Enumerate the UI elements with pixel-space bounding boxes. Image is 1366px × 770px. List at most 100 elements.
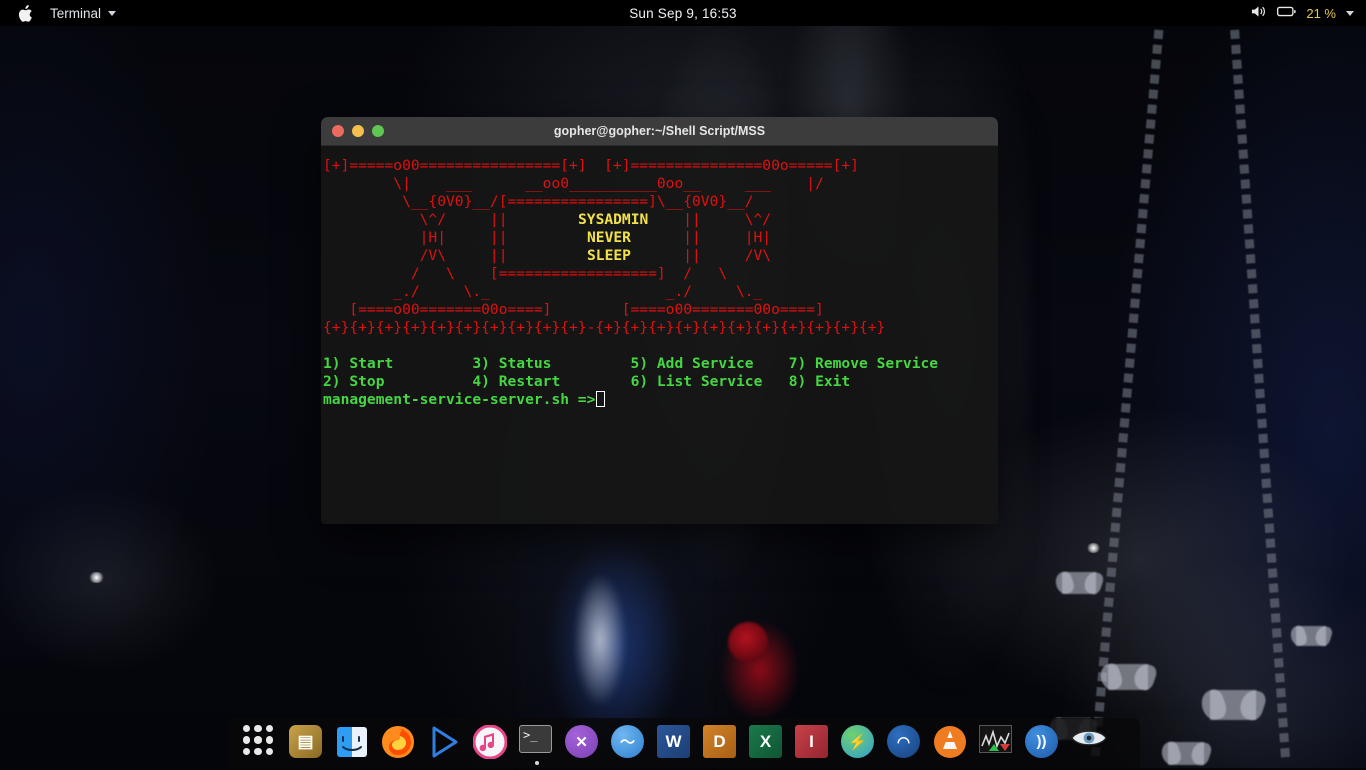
wallpaper-butterfly xyxy=(1168,742,1204,765)
ascii-banner-row-sleep: /V\ || || /V\ SLEEP xyxy=(321,247,998,265)
ascii-banner-line: \| ___ __oo0__________0oo__ ___ |/ xyxy=(321,175,998,193)
dock-item-wave-editor-app[interactable]: 〜 xyxy=(606,720,652,766)
dock-item-bittorrent-app[interactable]: ◠ xyxy=(882,720,928,766)
menu-option-status[interactable]: 3) Status xyxy=(472,355,551,372)
ascii-banner-line: [====o00=======00o====] [====o00=======0… xyxy=(321,301,998,319)
terminal-prompt-row[interactable]: management-service-server.sh => xyxy=(321,391,998,409)
ascii-banner-line: / \ [==================] / \ xyxy=(321,265,998,283)
ascii-banner-line: {+}{+}{+}{+}{+}{+}{+}{+}{+}{+}-{+}{+}{+}… xyxy=(321,319,998,337)
app-grid-icon[interactable] xyxy=(243,725,279,761)
dock-item-vlc-app[interactable] xyxy=(928,720,974,766)
dock-item-files-archive-app[interactable]: ▤ xyxy=(284,720,330,766)
dock-item-flash-app[interactable]: ⚡ xyxy=(836,720,882,766)
vscode-app-icon[interactable]: ✕ xyxy=(565,725,601,761)
terminal-app-icon[interactable]: >_ xyxy=(519,725,555,761)
dock-item-stocks-app[interactable] xyxy=(974,720,1020,766)
wallpaper-chain-left xyxy=(1091,0,1166,758)
jdownloader-app-glyph: )) xyxy=(1025,725,1058,758)
ascii-banner-row-sysadmin: \^/ || || \^/ SYSADMIN xyxy=(321,211,998,229)
dock: ▤ >_ ✕ 〜 WDXI ⚡ ◠)) xyxy=(228,718,1140,768)
dock-item-infopath-app[interactable]: I xyxy=(790,720,836,766)
terminal-prompt: management-service-server.sh => xyxy=(323,391,595,408)
terminal-body[interactable]: [+]=====o00================[+] [+]======… xyxy=(321,146,998,524)
dock-item-app-grid[interactable] xyxy=(238,720,284,766)
terminal-menu-row[interactable]: 1) Start 3) Status 5) Add Service 7) Rem… xyxy=(321,355,998,373)
wallpaper-chain-right xyxy=(1228,0,1290,758)
music-app-icon[interactable] xyxy=(473,725,509,761)
vlc-app-icon[interactable] xyxy=(933,725,969,761)
menu-option-add-service[interactable]: 5) Add Service xyxy=(631,355,754,372)
menu-option-stop[interactable]: 2) Stop xyxy=(323,373,385,390)
window-title: gopher@gopher:~/Shell Script/MSS xyxy=(321,124,998,138)
bittorrent-app-glyph: ◠ xyxy=(887,725,920,758)
ascii-banner-line: |H| || || |H| xyxy=(321,229,998,247)
terminal-glyph: >_ xyxy=(519,725,552,753)
dock-item-publisher-app[interactable]: D xyxy=(698,720,744,766)
ascii-banner-line: [+]=====o00================[+] [+]======… xyxy=(321,157,998,175)
ascii-banner-row-never: |H| || || |H| NEVER xyxy=(321,229,998,247)
terminal-spacer xyxy=(321,337,998,355)
banner-word-never: NEVER xyxy=(587,229,631,246)
menu-option-exit[interactable]: 8) Exit xyxy=(789,373,851,390)
menubar-clock[interactable]: Sun Sep 9, 16:53 xyxy=(0,6,1366,21)
wave-editor-app-icon[interactable]: 〜 xyxy=(611,725,647,761)
word-app-glyph: W xyxy=(657,725,690,758)
wallpaper-rose-shape xyxy=(728,622,768,662)
menu-option-remove-service[interactable]: 7) Remove Service xyxy=(789,355,938,372)
ascii-banner-line: \__{0V0}__/[================]\__{0V0}__/ xyxy=(321,193,998,211)
dock-item-finder-app[interactable] xyxy=(330,720,376,766)
dock-item-jdownloader-app[interactable]: )) xyxy=(1020,720,1066,766)
excel-app-glyph: X xyxy=(749,725,782,758)
wallpaper-dress-highlight xyxy=(560,545,640,735)
wave-editor-app-glyph: 〜 xyxy=(611,725,644,758)
publisher-app-glyph: D xyxy=(703,725,736,758)
block-cursor-icon xyxy=(596,391,605,407)
flash-app-glyph: ⚡ xyxy=(841,725,874,758)
flash-app-icon[interactable]: ⚡ xyxy=(841,725,877,761)
terminal-menu-row[interactable]: 2) Stop 4) Restart 6) List Service 8) Ex… xyxy=(321,373,998,391)
eye-viewer-app-icon[interactable] xyxy=(1071,725,1107,761)
wallpaper-butterfly xyxy=(1210,690,1256,720)
excel-app-icon[interactable]: X xyxy=(749,725,785,761)
files-archive-app-glyph: ▤ xyxy=(289,725,322,758)
dock-item-excel-app[interactable]: X xyxy=(744,720,790,766)
dock-item-play-store-app[interactable] xyxy=(422,720,468,766)
menu-option-restart[interactable]: 4) Restart xyxy=(472,373,560,390)
stocks-glyph xyxy=(979,725,1012,753)
wallpaper-butterfly xyxy=(1062,572,1096,594)
banner-word-sleep: SLEEP xyxy=(587,247,631,264)
bittorrent-app-icon[interactable]: ◠ xyxy=(887,725,923,761)
terminal-window[interactable]: gopher@gopher:~/Shell Script/MSS [+]====… xyxy=(321,117,998,524)
finder-app-icon[interactable] xyxy=(335,725,371,761)
dock-item-firefox-app[interactable] xyxy=(376,720,422,766)
wallpaper-butterfly xyxy=(1108,664,1148,690)
ascii-banner-line: /V\ || || /V\ xyxy=(321,247,998,265)
ascii-banner-line: _./ \._ _./ \._ xyxy=(321,283,998,301)
infopath-app-icon[interactable]: I xyxy=(795,725,831,761)
jdownloader-app-icon[interactable]: )) xyxy=(1025,725,1061,761)
stocks-app-icon[interactable] xyxy=(979,725,1015,761)
app-grid-icon xyxy=(243,725,273,755)
infopath-app-glyph: I xyxy=(795,725,828,758)
word-app-icon[interactable]: W xyxy=(657,725,693,761)
wallpaper-butterfly xyxy=(1296,626,1326,646)
wallpaper-glow-left xyxy=(88,572,105,583)
dock-item-terminal-app[interactable]: >_ xyxy=(514,720,560,766)
top-menu-bar: Terminal Sun Sep 9, 16:53 21 % xyxy=(0,0,1366,26)
menu-option-list-service[interactable]: 6) List Service xyxy=(631,373,763,390)
files-archive-app-icon[interactable]: ▤ xyxy=(289,725,325,761)
menu-option-start[interactable]: 1) Start xyxy=(323,355,393,372)
dock-item-vscode-app[interactable]: ✕ xyxy=(560,720,606,766)
banner-word-sysadmin: SYSADMIN xyxy=(578,211,648,228)
firefox-app-icon[interactable] xyxy=(381,725,417,761)
dock-item-word-app[interactable]: W xyxy=(652,720,698,766)
vscode-app-glyph: ✕ xyxy=(565,725,598,758)
publisher-app-icon[interactable]: D xyxy=(703,725,739,761)
running-indicator-dot xyxy=(535,761,539,765)
window-titlebar[interactable]: gopher@gopher:~/Shell Script/MSS xyxy=(321,117,998,146)
play-store-app-icon[interactable] xyxy=(427,725,463,761)
wallpaper-glow-right xyxy=(1086,543,1101,553)
ascii-banner-line: \^/ || || \^/ xyxy=(321,211,998,229)
dock-item-music-app[interactable] xyxy=(468,720,514,766)
dock-item-eye-viewer-app[interactable] xyxy=(1066,720,1112,766)
